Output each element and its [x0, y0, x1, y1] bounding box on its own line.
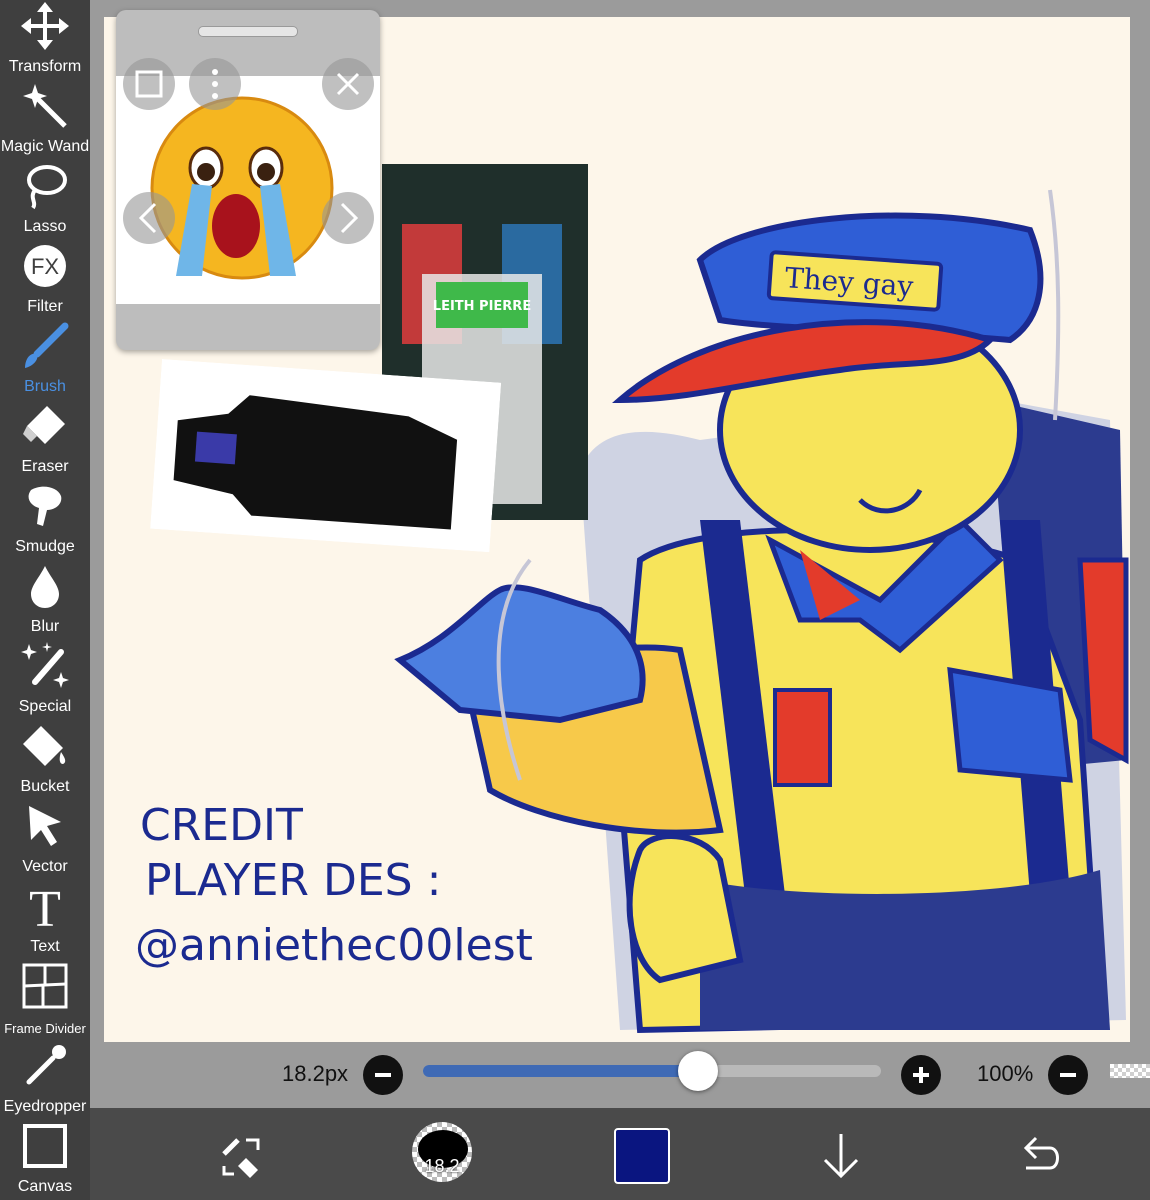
- reference-image: [116, 76, 380, 304]
- tool-magic-wand[interactable]: Magic Wand: [0, 80, 90, 160]
- reference-prev-button[interactable]: [123, 192, 175, 244]
- layers-square-icon: [135, 70, 163, 98]
- vector-arrow-icon: [29, 806, 61, 846]
- tool-brush[interactable]: Brush: [0, 320, 90, 400]
- tool-label: Vector: [22, 858, 68, 875]
- tool-frame-divider[interactable]: Frame Divider: [0, 960, 90, 1040]
- tool-text[interactable]: T Text: [0, 880, 90, 960]
- brush-size-decrease-button[interactable]: [363, 1055, 403, 1095]
- zoom-label: 100%: [977, 1061, 1034, 1086]
- special-sparkle-pen-icon: [21, 642, 69, 688]
- tool-label: Filter: [27, 298, 63, 315]
- tool-label: Special: [18, 698, 72, 715]
- tool-label: Blur: [30, 618, 60, 635]
- bottom-toolbar: 18.2: [90, 1108, 1150, 1200]
- reference-layers-button[interactable]: [123, 58, 175, 110]
- tool-label: Frame Divider: [4, 1021, 86, 1036]
- tool-sidebar: Transform Magic Wand Lasso FX Filter Bru…: [0, 0, 90, 1200]
- tool-filter[interactable]: FX Filter: [0, 240, 90, 320]
- svg-text:T: T: [29, 882, 61, 930]
- tool-label: Brush: [24, 378, 66, 395]
- magic-wand-icon: [23, 84, 67, 128]
- brush-icon: [25, 322, 69, 368]
- chevron-left-icon: [138, 202, 157, 234]
- opacity-slider-preview[interactable]: [1110, 1064, 1150, 1078]
- tool-label: Smudge: [15, 538, 75, 555]
- brush-eraser-swap-icon: [222, 1138, 260, 1178]
- tool-label: Eraser: [21, 458, 69, 475]
- more-vertical-icon: [212, 69, 218, 99]
- tool-label: Bucket: [20, 778, 70, 795]
- swap-brush-eraser-button[interactable]: [212, 1126, 272, 1186]
- tool-canvas[interactable]: Canvas: [0, 1120, 90, 1200]
- tool-label: Text: [30, 938, 60, 955]
- undo-button[interactable]: [1010, 1126, 1070, 1186]
- lasso-icon: [27, 165, 67, 210]
- plus-icon: [913, 1067, 929, 1083]
- eyedropper-icon: [26, 1045, 66, 1085]
- svg-text:FX: FX: [31, 254, 59, 279]
- sign-text: LEITH PIERRE: [433, 299, 531, 314]
- current-color-swatch[interactable]: [614, 1128, 670, 1184]
- brush-preview-button[interactable]: 18.2: [412, 1122, 472, 1182]
- tool-smudge[interactable]: Smudge: [0, 480, 90, 560]
- tool-label: Canvas: [17, 1178, 73, 1195]
- canvas-square-icon: [23, 1124, 67, 1168]
- droplet-icon: [31, 566, 59, 608]
- close-icon: [336, 72, 360, 96]
- tool-transform[interactable]: Transform: [0, 0, 90, 80]
- crying-emoji-image: [150, 96, 334, 280]
- brush-size-increase-button[interactable]: [901, 1055, 941, 1095]
- smudge-finger-icon: [28, 486, 62, 526]
- move-arrows-icon: [21, 2, 69, 50]
- tool-blur[interactable]: Blur: [0, 560, 90, 640]
- tool-label: Lasso: [23, 218, 67, 235]
- credit-line-1: CREDIT: [140, 800, 303, 851]
- bucket-icon: [23, 726, 66, 766]
- download-button[interactable]: [811, 1126, 871, 1186]
- tool-label: Transform: [8, 58, 82, 75]
- chevron-right-icon: [340, 202, 359, 234]
- minus-icon: [375, 1073, 391, 1077]
- tool-label: Magic Wand: [0, 138, 90, 155]
- tool-eyedropper[interactable]: Eyedropper: [0, 1040, 90, 1120]
- tool-bucket[interactable]: Bucket: [0, 720, 90, 800]
- brush-size-label: 18.2px: [282, 1061, 349, 1086]
- brush-size-value: 18.2: [424, 1156, 460, 1176]
- reference-more-button[interactable]: [189, 58, 241, 110]
- text-T-icon: T: [29, 882, 61, 930]
- reference-next-button[interactable]: [322, 192, 374, 244]
- reference-window[interactable]: [116, 10, 380, 350]
- reference-close-button[interactable]: [322, 58, 374, 110]
- brush-size-slider-fill: [423, 1065, 698, 1077]
- zoom-decrease-button[interactable]: [1048, 1055, 1088, 1095]
- tool-lasso[interactable]: Lasso: [0, 160, 90, 240]
- reference-photo-figure: [150, 359, 502, 553]
- undo-icon: [1023, 1136, 1059, 1170]
- tool-special[interactable]: Special: [0, 640, 90, 720]
- frame-divider-icon: [22, 963, 68, 1009]
- eraser-icon: [23, 406, 65, 444]
- minus-icon: [1060, 1073, 1076, 1077]
- reference-window-drag-handle[interactable]: [198, 26, 298, 37]
- tool-vector[interactable]: Vector: [0, 800, 90, 880]
- arrow-down-icon: [823, 1134, 859, 1179]
- credit-line-2: PLAYER DES :: [145, 855, 441, 906]
- credit-line-3: @anniethec00lest: [135, 920, 533, 971]
- fx-icon: FX: [24, 245, 66, 287]
- tool-eraser[interactable]: Eraser: [0, 400, 90, 480]
- brush-slider-bar: 18.2px 100%: [90, 1042, 1150, 1108]
- brush-size-slider-thumb[interactable]: [677, 1051, 718, 1091]
- tool-label: Eyedropper: [3, 1098, 87, 1115]
- brush-size-slider[interactable]: [423, 1051, 881, 1091]
